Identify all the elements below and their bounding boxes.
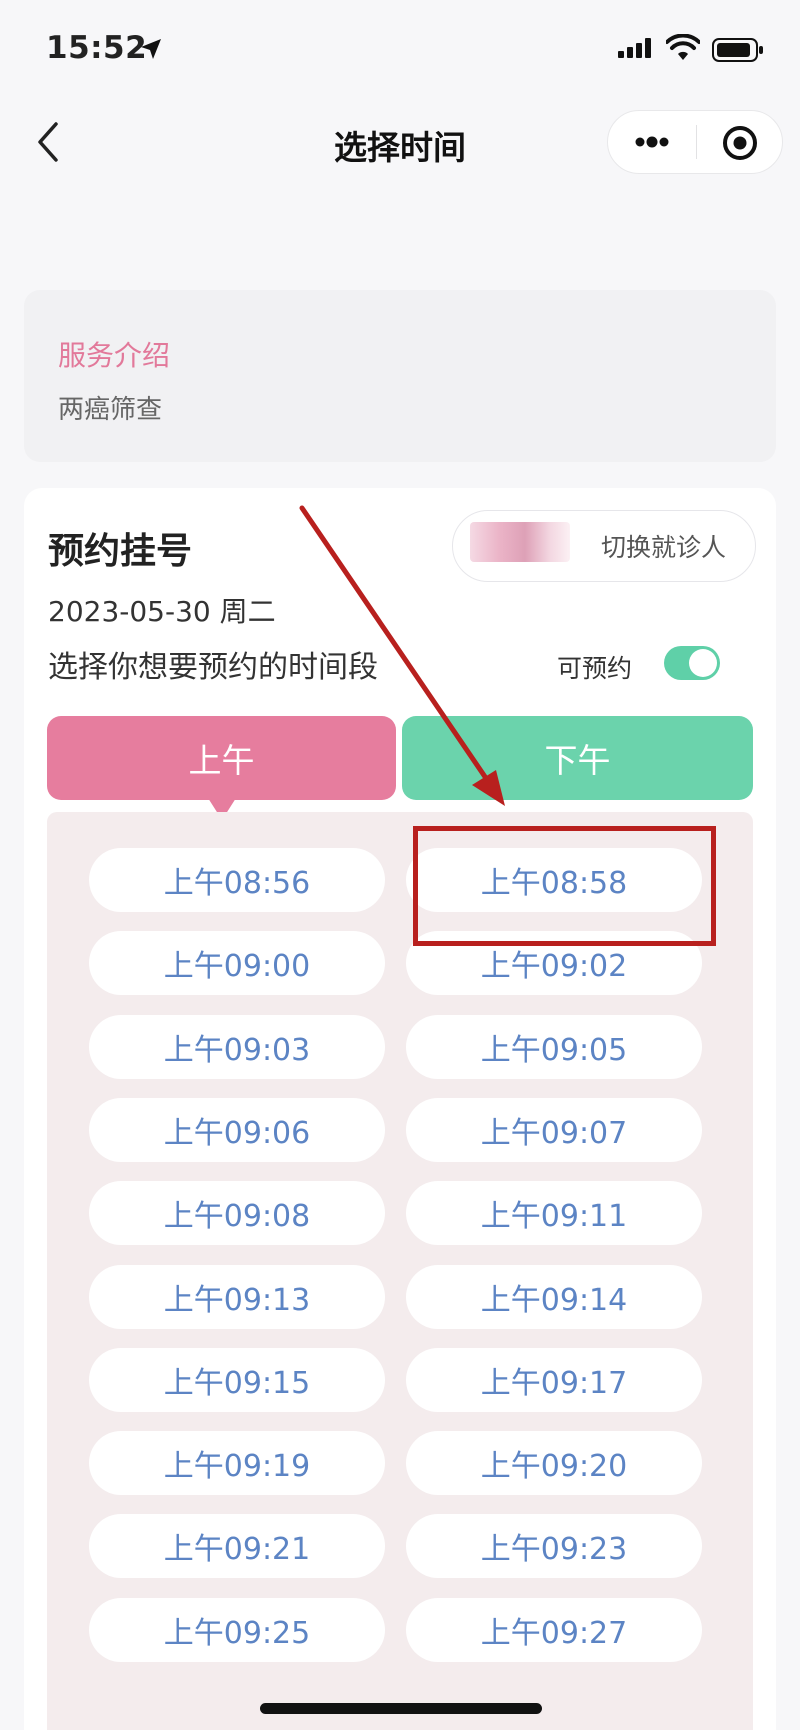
- slot-panel: 上午08:56 上午08:58 上午09:00 上午09:02 上午09:03 上午09:…: [47, 812, 753, 1730]
- time-slot[interactable]: 上午09:17: [406, 1348, 702, 1412]
- target-icon[interactable]: [721, 124, 759, 162]
- capsule-divider: [696, 125, 697, 159]
- service-description: 两癌筛查: [58, 395, 163, 425]
- time-slot[interactable]: 上午09:21: [89, 1514, 385, 1578]
- time-slot[interactable]: 上午09:07: [406, 1098, 702, 1162]
- time-slot[interactable]: 上午08:56: [89, 848, 385, 912]
- available-label: 可预约: [557, 654, 633, 683]
- service-title: 服务介绍: [58, 339, 171, 372]
- time-slot[interactable]: 上午09:13: [89, 1265, 385, 1329]
- battery-icon: [712, 38, 763, 62]
- time-slot[interactable]: 上午09:06: [89, 1098, 385, 1162]
- time-slot[interactable]: 上午09:03: [89, 1015, 385, 1079]
- booking-date: 2023-05-30 周二: [48, 595, 276, 628]
- tab-am[interactable]: 上午: [47, 716, 396, 800]
- home-indicator: [260, 1703, 542, 1714]
- time-slot[interactable]: 上午09:23: [406, 1514, 702, 1578]
- booking-title: 预约挂号: [48, 531, 193, 572]
- wifi-icon: [666, 34, 700, 60]
- time-slot[interactable]: 上午09:15: [89, 1348, 385, 1412]
- patient-name-redacted: [470, 522, 570, 562]
- booking-prompt: 选择你想要预约的时间段: [48, 650, 378, 685]
- toggle-knob: [689, 649, 717, 677]
- switch-patient-label[interactable]: 切换就诊人: [601, 528, 726, 564]
- time-slot[interactable]: 上午09:00: [89, 931, 385, 995]
- time-slot[interactable]: 上午09:11: [406, 1181, 702, 1245]
- more-icon[interactable]: [632, 130, 672, 154]
- time-slot[interactable]: 上午09:25: [89, 1598, 385, 1662]
- time-slot[interactable]: 上午09:08: [89, 1181, 385, 1245]
- status-time: 15:52: [46, 30, 148, 66]
- location-arrow-icon: [141, 39, 161, 59]
- available-toggle[interactable]: [664, 646, 720, 680]
- service-card: [24, 290, 776, 462]
- signal-icon: [618, 38, 651, 58]
- time-slot[interactable]: 上午09:14: [406, 1265, 702, 1329]
- time-slot[interactable]: 上午09:27: [406, 1598, 702, 1662]
- annotation-highlight-box: [413, 826, 716, 946]
- time-slot[interactable]: 上午09:20: [406, 1431, 702, 1495]
- tab-pm[interactable]: 下午: [402, 716, 753, 800]
- time-slot[interactable]: 上午09:19: [89, 1431, 385, 1495]
- time-slot[interactable]: 上午09:05: [406, 1015, 702, 1079]
